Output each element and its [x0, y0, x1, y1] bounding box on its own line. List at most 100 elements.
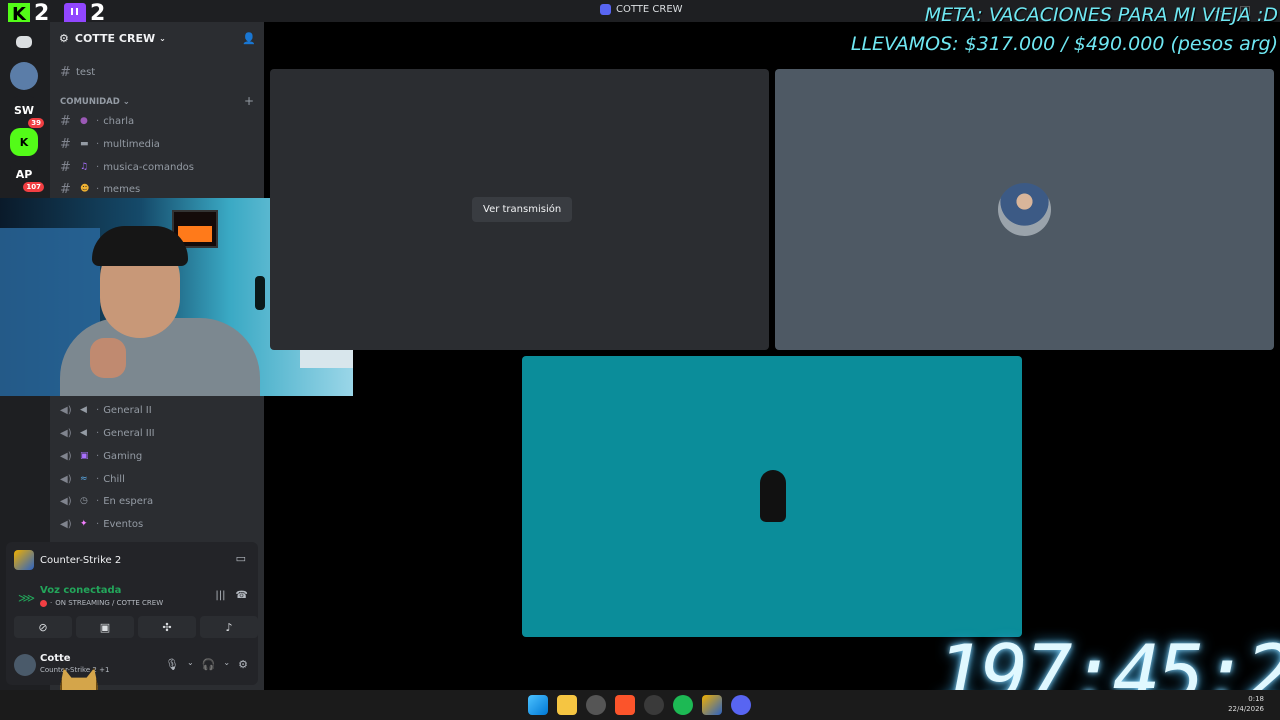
discord-home-icon[interactable]	[10, 28, 38, 56]
soundboard-button[interactable]: ♪	[200, 616, 258, 638]
hash-icon: #	[60, 113, 71, 129]
voice-status: Voz conectada	[40, 585, 122, 596]
voice-actions: ||| ☎	[215, 590, 248, 601]
voice-channel-chill[interactable]: ◀) ≈ · Chill	[60, 469, 125, 489]
obs-icon[interactable]	[586, 695, 606, 715]
avatar[interactable]	[14, 654, 36, 676]
share-screen-button[interactable]: ▣	[76, 616, 134, 638]
activities-icon: ✣	[162, 620, 172, 634]
settings-gear-icon[interactable]: ⚙	[238, 658, 248, 671]
windows-start-icon[interactable]	[528, 695, 548, 715]
activities-button[interactable]: ✣	[138, 616, 196, 638]
username: Cotte	[40, 653, 71, 664]
server-icon-sw[interactable]: SW 39	[10, 96, 44, 128]
headphones-icon[interactable]: 🎧	[202, 658, 216, 671]
speaker-icon: ◀)	[60, 404, 72, 416]
chevron-down-icon[interactable]: ⌄	[223, 658, 230, 671]
voice-channel-general-ii[interactable]: ◀) ◀ · General II	[60, 400, 152, 420]
server-icon-ap[interactable]: AP 107	[10, 160, 44, 192]
channel-label: General III	[103, 427, 155, 439]
activity[interactable]: Counter-Strike 2	[14, 550, 121, 570]
party-icon: ✦	[80, 519, 88, 529]
share-screen-icon: ▣	[99, 620, 111, 634]
channel-label: memes	[103, 183, 141, 195]
channel-label: test	[76, 66, 96, 78]
activity-label: Counter-Strike 2	[40, 554, 122, 566]
discord-taskbar-icon[interactable]	[731, 695, 751, 715]
clock-time: 0:18	[1248, 695, 1264, 703]
chevron-down-icon[interactable]: ⌄	[187, 658, 194, 671]
counter-strike-taskbar-icon[interactable]	[702, 695, 722, 715]
window-title-text: COTTE CREW	[616, 4, 683, 15]
add-channel-icon[interactable]: +	[244, 94, 254, 108]
spotify-icon[interactable]	[673, 695, 693, 715]
category-label: COMUNIDAD	[60, 97, 120, 107]
speaker-icon: ◀)	[60, 473, 72, 485]
grape-icon: ●	[80, 116, 88, 126]
system-clock[interactable]: 0:18 22/4/2026	[1228, 694, 1264, 714]
speaker-emoji-icon: ◀	[80, 428, 87, 438]
channel-label: Gaming	[103, 450, 143, 462]
soundboard-icon: ♪	[225, 620, 233, 634]
voice-buttons: ⊘ ▣ ✣ ♪	[14, 616, 258, 638]
speaker-icon: ◀)	[60, 495, 72, 507]
discord-icon	[600, 4, 611, 15]
noise-suppression-icon[interactable]: |||	[215, 590, 225, 601]
channel-label: charla	[103, 115, 135, 127]
voice-channel-eventos[interactable]: ◀) ✦ · Eventos	[60, 514, 143, 534]
channel-label: Eventos	[103, 518, 144, 530]
clock-icon: ◷	[80, 496, 88, 506]
channel-label: musica-comandos	[103, 161, 194, 173]
invite-user-icon[interactable]: 👤	[242, 32, 256, 45]
counter-strike-icon	[14, 550, 34, 570]
participant-silhouette-avatar	[760, 470, 786, 522]
channel-test[interactable]: # test	[60, 62, 95, 82]
camera-off-button[interactable]: ⊘	[14, 616, 72, 638]
live-dot-icon	[40, 599, 47, 607]
voice-sub[interactable]: · ON STREAMING / COTTE CREW	[40, 599, 163, 607]
channel-multimedia[interactable]: # ▬ · multimedia	[60, 134, 160, 154]
file-explorer-icon[interactable]	[557, 695, 577, 715]
voice-channel-general-iii[interactable]: ◀) ◀ · General III	[60, 423, 155, 443]
camera-off-icon: ⊘	[38, 620, 48, 634]
server-name: COTTE CREW	[74, 31, 156, 45]
user-status: Counter-Strike 2 +1	[40, 666, 110, 674]
participant-avatar	[998, 183, 1051, 236]
goal-title: META: VACACIONES PARA MI VIEJA :D	[924, 4, 1278, 26]
channel-memes[interactable]: # ☻ · memes	[60, 179, 140, 199]
server-icon-ap-label: AP	[15, 167, 33, 181]
taskbar: 0:18 22/4/2026	[0, 690, 1280, 720]
film-icon: ▬	[80, 139, 89, 149]
laugh-icon: ☻	[80, 184, 90, 194]
channel-label: Chill	[103, 473, 125, 485]
channel-charla[interactable]: # ● · charla	[60, 111, 134, 131]
channel-label: En espera	[103, 495, 154, 507]
music-icon: ♫	[80, 162, 89, 172]
brave-browser-icon[interactable]	[615, 695, 635, 715]
server-icon-kick[interactable]: K	[10, 128, 38, 156]
signal-icon: ⋙	[18, 591, 36, 605]
goal-progress: LLEVAMOS: $317.000 / $490.000 (pesos arg…	[850, 33, 1278, 55]
watch-stream-button[interactable]: Ver transmisión	[472, 197, 573, 222]
speaker-icon: ◀)	[60, 427, 72, 439]
server-icon-cotte-crew[interactable]	[10, 62, 38, 90]
voice-channel-gaming[interactable]: ◀) ▣ · Gaming	[60, 446, 142, 466]
server-header[interactable]: ⚙ COTTE CREW ⌄	[50, 22, 264, 54]
voice-panel: Counter-Strike 2 ▭ ⋙ Voz conectada · ON …	[6, 542, 258, 685]
ccleaner-icon[interactable]	[644, 695, 664, 715]
speaker-emoji-icon: ◀	[80, 405, 87, 415]
microphone-icon[interactable]: 🎙	[165, 658, 179, 671]
user-controls: 🎙 ⌄ 🎧 ⌄ ⚙	[165, 658, 248, 671]
wave-icon: ≈	[80, 474, 88, 484]
server-gear-icon: ⚙	[59, 31, 69, 45]
hash-icon: #	[60, 136, 71, 152]
channel-musica-comandos[interactable]: # ♫ · musica-comandos	[60, 157, 194, 177]
screen-share-icon[interactable]: ▭	[236, 552, 246, 565]
server-icon-sw-label: SW	[13, 103, 35, 117]
disconnect-icon[interactable]: ☎	[236, 590, 248, 601]
clock-date: 22/4/2026	[1228, 705, 1264, 713]
voice-channel-en-espera[interactable]: ◀) ◷ · En espera	[60, 491, 153, 511]
hash-icon: #	[60, 181, 71, 197]
notification-badge: 107	[23, 182, 44, 192]
category-comunidad[interactable]: COMUNIDAD ⌄	[60, 97, 130, 107]
